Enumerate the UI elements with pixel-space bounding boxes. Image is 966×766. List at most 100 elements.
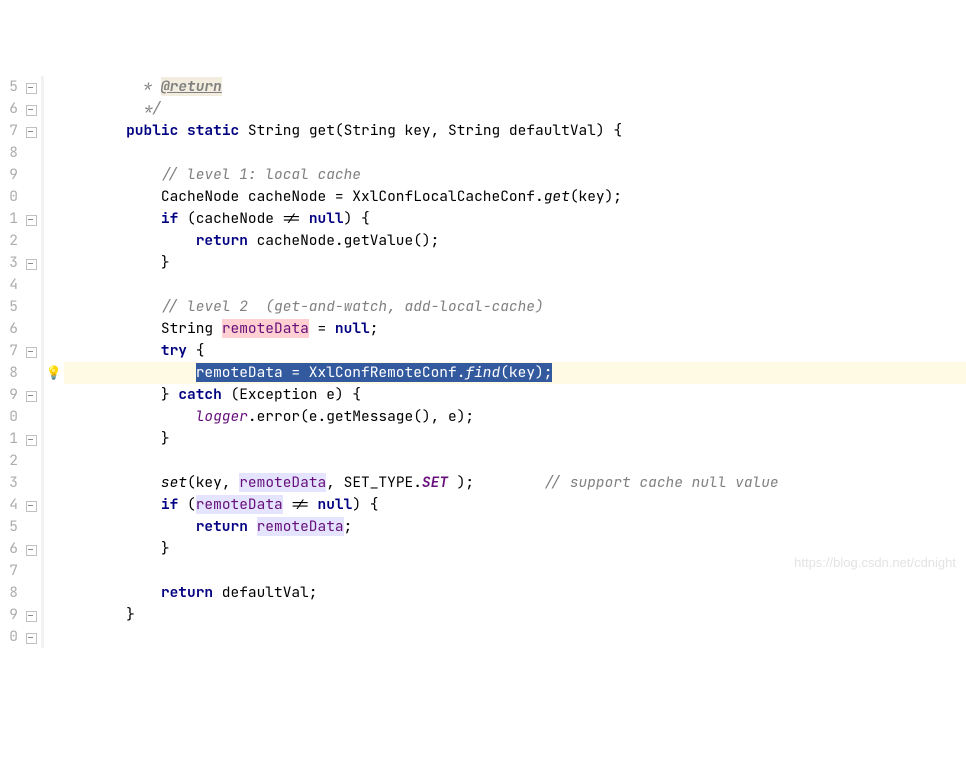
fold-gutter (20, 516, 44, 538)
code-line[interactable]: } (64, 604, 966, 626)
fold-gutter (20, 450, 44, 472)
code-line[interactable]: if (cacheNode != null) { (64, 208, 966, 230)
gutter-icon-slot (44, 274, 64, 296)
fold-toggle-icon[interactable] (26, 105, 35, 114)
line-number: 6 (0, 98, 20, 120)
fold-gutter (20, 274, 44, 296)
gutter-row: 8 (0, 142, 64, 164)
code-line[interactable] (64, 142, 966, 164)
fold-gutter[interactable] (20, 428, 44, 450)
fold-toggle-icon[interactable] (26, 215, 35, 224)
code-line[interactable] (64, 626, 966, 648)
gutter-row: 7 (0, 340, 64, 362)
gutter-row: 9 (0, 164, 64, 186)
code-line[interactable]: String remoteData = null; (64, 318, 966, 340)
watermark: https://blog.csdn.net/cdnight (794, 555, 956, 570)
line-number: 4 (0, 494, 20, 516)
gutter-icon-slot (44, 494, 64, 516)
code-line[interactable]: return remoteData; (64, 516, 966, 538)
code-line[interactable]: try { (64, 340, 966, 362)
fold-toggle-icon[interactable] (26, 391, 35, 400)
code-line[interactable]: return defaultVal; (64, 582, 966, 604)
code-line[interactable]: remoteData = XxlConfRemoteConf.find(key)… (64, 362, 966, 384)
code-line[interactable]: public static String get(String key, Str… (64, 120, 966, 142)
gutter-icon-slot (44, 142, 64, 164)
gutter-icon-slot (44, 582, 64, 604)
code-line[interactable]: set(key, remoteData, SET_TYPE.SET ); // … (64, 472, 966, 494)
gutter-icon-slot (44, 296, 64, 318)
code-line[interactable]: if (remoteData != null) { (64, 494, 966, 516)
fold-gutter (20, 582, 44, 604)
gutter-icon-slot (44, 164, 64, 186)
fold-gutter (20, 560, 44, 582)
fold-gutter[interactable] (20, 494, 44, 516)
gutter-icon-slot (44, 340, 64, 362)
code-line[interactable]: // level 2 (get-and-watch, add-local-cac… (64, 296, 966, 318)
gutter-row: 3 (0, 472, 64, 494)
fold-toggle-icon[interactable] (26, 259, 35, 268)
line-number: 3 (0, 472, 20, 494)
gutter-row: 7 (0, 560, 64, 582)
gutter-icon-slot (44, 406, 64, 428)
gutter-row: 0 (0, 626, 64, 648)
fold-toggle-icon[interactable] (26, 83, 35, 92)
line-number: 8 (0, 142, 20, 164)
line-number: 9 (0, 604, 20, 626)
gutter-row: 2 (0, 230, 64, 252)
code-line[interactable] (64, 274, 966, 296)
fold-gutter[interactable] (20, 252, 44, 274)
code-line[interactable]: // level 1: local cache (64, 164, 966, 186)
gutter-row: 3 (0, 252, 64, 274)
fold-gutter[interactable] (20, 626, 44, 648)
line-number: 1 (0, 428, 20, 450)
fold-gutter (20, 186, 44, 208)
line-number: 5 (0, 296, 20, 318)
fold-toggle-icon[interactable] (26, 435, 35, 444)
fold-gutter (20, 472, 44, 494)
gutter-row: 5 (0, 296, 64, 318)
gutter-icon-slot (44, 472, 64, 494)
gutter-icon-slot (44, 252, 64, 274)
fold-toggle-icon[interactable] (26, 545, 35, 554)
fold-toggle-icon[interactable] (26, 501, 35, 510)
fold-gutter[interactable] (20, 384, 44, 406)
line-number: 8 (0, 362, 20, 384)
fold-gutter (20, 296, 44, 318)
code-line[interactable]: } (64, 252, 966, 274)
fold-toggle-icon[interactable] (26, 611, 35, 620)
gutter-row: 4 (0, 274, 64, 296)
gutter-icon-slot: 💡 (44, 362, 64, 384)
fold-toggle-icon[interactable] (26, 127, 35, 136)
gutter-icon-slot (44, 428, 64, 450)
intention-bulb-icon[interactable]: 💡 (46, 362, 62, 384)
code-line[interactable]: * @return (64, 76, 966, 98)
code-line[interactable]: CacheNode cacheNode = XxlConfLocalCacheC… (64, 186, 966, 208)
code-line[interactable]: return cacheNode.getValue(); (64, 230, 966, 252)
gutter-row: 1 (0, 208, 64, 230)
code-line[interactable]: } catch (Exception e) { (64, 384, 966, 406)
gutter-icon-slot (44, 626, 64, 648)
fold-toggle-icon[interactable] (26, 347, 35, 356)
fold-gutter[interactable] (20, 538, 44, 560)
gutter-row: 5 (0, 76, 64, 98)
line-number: 6 (0, 538, 20, 560)
fold-gutter[interactable] (20, 98, 44, 120)
code-line[interactable]: */ (64, 98, 966, 120)
fold-gutter (20, 406, 44, 428)
gutter-icon-slot (44, 230, 64, 252)
code-line[interactable]: } (64, 428, 966, 450)
gutter-icon-slot (44, 76, 64, 98)
gutter-icon-slot (44, 560, 64, 582)
fold-gutter[interactable] (20, 340, 44, 362)
gutter-row: 6 (0, 98, 64, 120)
fold-toggle-icon[interactable] (26, 633, 35, 642)
fold-gutter[interactable] (20, 120, 44, 142)
fold-gutter[interactable] (20, 208, 44, 230)
code-line[interactable]: logger.error(e.getMessage(), e); (64, 406, 966, 428)
line-number: 7 (0, 560, 20, 582)
line-number: 1 (0, 208, 20, 230)
code-line[interactable] (64, 450, 966, 472)
fold-gutter[interactable] (20, 604, 44, 626)
fold-gutter[interactable] (20, 76, 44, 98)
line-number: 0 (0, 406, 20, 428)
